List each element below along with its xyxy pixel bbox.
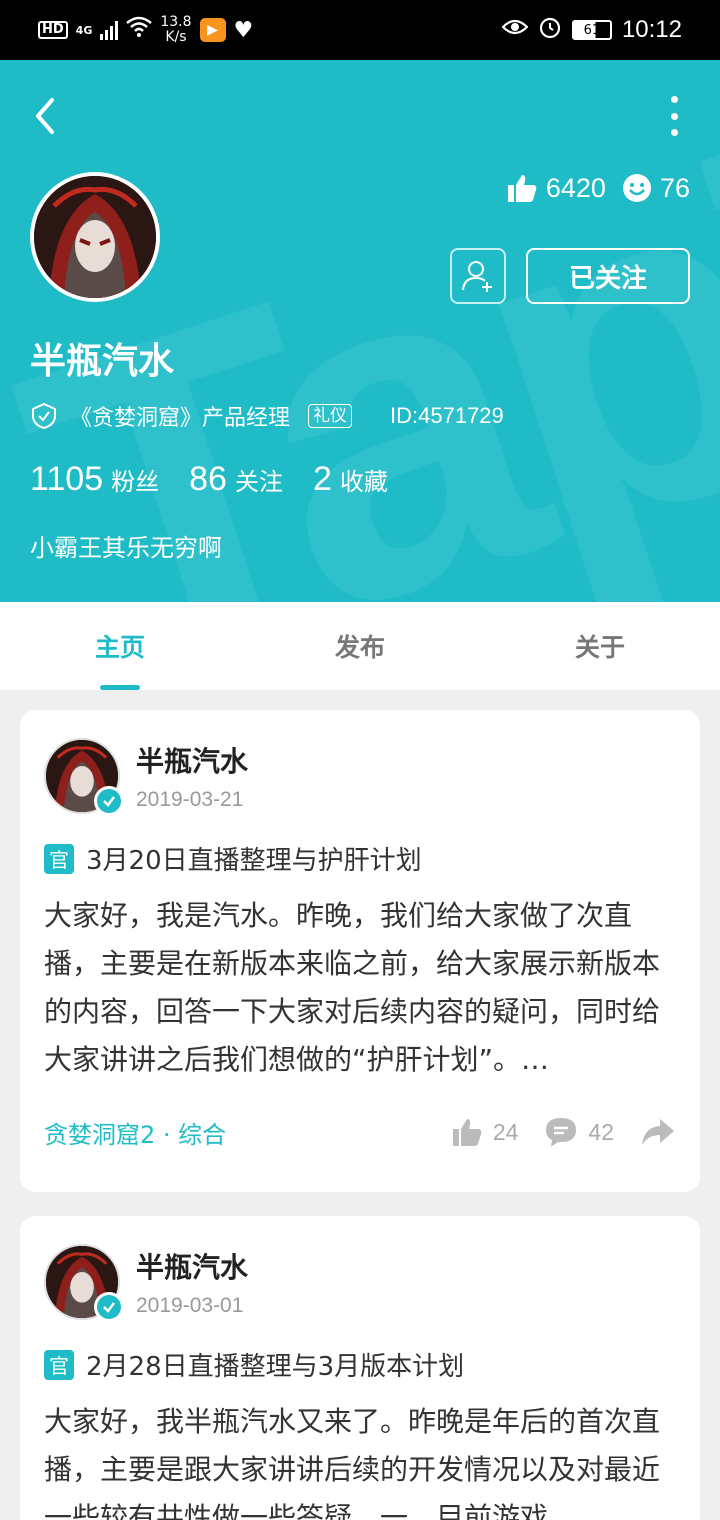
likes-count: 6420 [545,172,606,203]
alarm-icon [538,15,562,45]
share-icon [642,1119,674,1145]
fans-count-link[interactable]: 1105 粉丝 [30,460,159,499]
profile-title-row: 《贪婪洞窟》产品经理 礼仪 ID:4571729 [30,400,504,432]
signal-icon [100,20,119,40]
smiles-count: 76 [659,172,690,203]
post-footer: 贪婪洞窟2 · 综合 24 42 [44,1112,676,1152]
fans-count: 1105 [30,460,104,498]
watermark: TapTap [0,60,720,602]
post-title-text: 2月28日直播整理与3月版本计划 [86,1352,465,1382]
add-friend-button[interactable] [450,248,506,304]
post-excerpt[interactable]: 大家好，我是汽水。昨晚，我们给大家做了次直播，主要是在新版本来临之前，给大家展示… [44,892,680,1084]
official-badge: 官 [44,843,74,874]
following-label: 关注 [234,468,283,496]
battery-icon: 61 [571,20,612,40]
post-title-text: 3月20日直播整理与护肝计划 [86,846,422,876]
health-icon: ♥ [233,17,254,43]
role-badge: 礼仪 [308,404,353,428]
following-count: 86 [189,460,227,498]
profile-name: 半瓶汽水 [30,341,175,382]
profile-tabs: 主页 发布 关于 [0,602,720,690]
favorites-count-link[interactable]: 2 收藏 [313,460,388,499]
tab-posts[interactable]: 发布 [240,602,480,690]
back-button[interactable] [28,94,64,138]
verified-badge-icon [94,1292,124,1322]
post-card[interactable]: 半瓶汽水 2019-03-01 官 2月28日直播整理与3月版本计划 大家好，我… [20,1216,700,1520]
avatar[interactable] [30,172,160,302]
fans-label: 粉丝 [111,468,160,496]
favorites-count: 2 [312,460,332,498]
favorites-label: 收藏 [339,468,388,496]
smiles-stat: 76 [622,173,690,204]
smile-icon [622,174,651,202]
wifi-icon [126,16,153,44]
clock: 10:12 [621,16,682,43]
hd-icon: HD [38,21,68,39]
verified-shield-icon [32,402,56,430]
verified-badge-icon [94,786,124,816]
speed-value: 13.8 [160,14,192,30]
post-date: 2019-03-21 [136,788,244,811]
post-share-button[interactable] [640,1117,676,1147]
status-bar: HD 4G 13.8 K/s ▶ ♥ 61 10:12 [0,0,720,60]
back-arrow-icon [36,98,54,134]
post-category-link[interactable]: 贪婪洞窟2 · 综合 [44,1115,425,1150]
network-speed: 13.8 K/s [160,15,191,45]
following-button[interactable]: 已关注 [526,248,690,304]
following-count-link[interactable]: 86 关注 [189,460,283,499]
network-type: 4G [75,23,93,37]
post-title[interactable]: 官 3月20日直播整理与护肝计划 [44,840,422,877]
likes-stat: 6420 [506,172,606,204]
post-comment-button[interactable]: 42 [544,1116,614,1148]
add-user-icon [462,261,492,292]
post-card[interactable]: 半瓶汽水 2019-03-21 官 3月20日直播整理与护肝计划 大家好，我是汽… [20,710,700,1192]
post-date: 2019-03-01 [136,1294,244,1317]
thumbs-up-icon [507,175,537,202]
post-excerpt[interactable]: 大家好，我半瓶汽水又来了。昨晚是年后的首次直播，主要是跟大家讲讲后续的开发情况以… [44,1398,680,1520]
profile-header: TapTap 6420 76 已关注 半瓶汽水 《贪婪洞窟》产品经理 礼仪 ID… [0,60,720,602]
post-author-avatar[interactable] [44,738,124,816]
user-id: ID:4571729 [390,403,504,428]
speed-unit: K/s [165,29,187,45]
thumbs-up-icon [452,1119,482,1146]
post-comment-count: 42 [588,1118,614,1145]
profile-counts: 1105 粉丝 86 关注 2 收藏 [30,460,418,499]
post-author-avatar[interactable] [44,1244,124,1322]
profile-bio: 小霸王其乐无穷啊 [30,534,222,562]
post-author-name[interactable]: 半瓶汽水 [136,740,248,780]
profile-job-title: 《贪婪洞窟》产品经理 [70,406,291,431]
comment-icon [546,1118,577,1147]
more-options-button[interactable] [666,96,682,136]
post-like-count: 24 [492,1118,519,1145]
tab-about[interactable]: 关于 [480,602,720,690]
post-like-button[interactable]: 24 [451,1116,519,1148]
post-title[interactable]: 官 2月28日直播整理与3月版本计划 [44,1346,464,1383]
profile-reactions: 6420 76 [506,172,690,204]
video-app-icon: ▶ [199,18,226,42]
official-badge: 官 [44,1349,74,1380]
tab-home[interactable]: 主页 [0,602,240,690]
eye-icon [501,17,529,43]
post-author-name[interactable]: 半瓶汽水 [136,1246,248,1286]
